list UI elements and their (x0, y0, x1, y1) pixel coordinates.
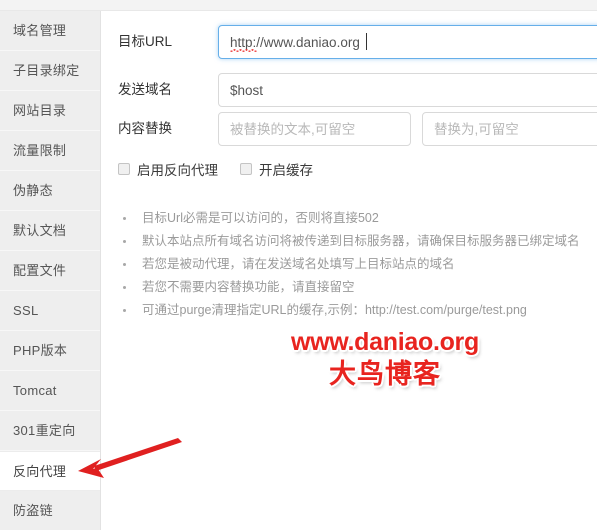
watermark-line-2: 大鸟博客 (329, 359, 441, 389)
help-note-item: 默认本站点所有域名访问将被传递到目标服务器，请确保目标服务器已绑定域名 (118, 230, 588, 253)
help-note-item: 若您不需要内容替换功能，请直接留空 (118, 276, 588, 299)
sidebar-item-7[interactable]: SSL (0, 291, 100, 331)
options-checkbox-row: 启用反向代理 开启缓存 (118, 159, 313, 179)
sidebar-item-label: 伪静态 (13, 183, 53, 198)
sidebar-item-label: 默认文档 (13, 223, 67, 238)
sidebar-item-label: 子目录绑定 (13, 63, 80, 78)
target-url-input[interactable] (218, 25, 597, 59)
sidebar-item-9[interactable]: Tomcat (0, 371, 100, 411)
settings-content-panel: 目标URL 发送域名 内容替换 启用反向代理 开启缓存 目标Url必需是可以访问的… (102, 11, 597, 530)
sidebar-item-label: 配置文件 (13, 263, 67, 278)
form-row-content-replace: 内容替换 (102, 112, 597, 146)
sidebar-item-11[interactable]: 反向代理 (0, 451, 100, 491)
help-note-item: 可通过purge清理指定URL的缓存,示例：http://test.com/pu… (118, 299, 588, 322)
settings-sidebar: 域名管理子目录绑定网站目录流量限制伪静态默认文档配置文件 SSL PHP版本 Tomc… (0, 11, 101, 530)
sidebar-item-0[interactable]: 域名管理 (0, 11, 100, 51)
checkbox-group-1[interactable]: 开启缓存 (240, 159, 313, 179)
sidebar-item-label: 防盗链 (13, 503, 53, 518)
sidebar-item-6[interactable]: 配置文件 (0, 251, 100, 291)
sidebar-item-12[interactable]: 防盗链 (0, 491, 100, 530)
checkbox-box[interactable] (118, 163, 130, 175)
watermark-line-1: www.daniao.org (291, 328, 479, 356)
sidebar-item-4[interactable]: 伪静态 (0, 171, 100, 211)
sidebar-item-label: SSL (13, 303, 39, 318)
sidebar-item-label: Tomcat (13, 383, 57, 398)
top-strip (0, 0, 597, 11)
checkbox-label: 启用反向代理 (137, 163, 218, 178)
sidebar-item-5[interactable]: 默认文档 (0, 211, 100, 251)
checkbox-label: 开启缓存 (259, 163, 313, 178)
text-caret (366, 33, 367, 50)
help-note-text: 目标Url必需是可以访问的，否则将直接502 (142, 211, 379, 225)
help-note-text: 默认本站点所有域名访问将被传递到目标服务器，请确保目标服务器已绑定域名 (142, 234, 580, 248)
reverse-proxy-settings-page: 域名管理子目录绑定网站目录流量限制伪静态默认文档配置文件 SSL PHP版本 Tomc… (0, 0, 597, 530)
sidebar-item-3[interactable]: 流量限制 (0, 131, 100, 171)
content-replace-label: 内容替换 (118, 121, 172, 136)
sidebar-item-2[interactable]: 网站目录 (0, 91, 100, 131)
watermark: www.daniao.org 大鸟博客 (265, 327, 505, 391)
checkbox-box[interactable] (240, 163, 252, 175)
content-replace-to-input[interactable] (422, 112, 597, 146)
content-replace-from-input[interactable] (218, 112, 411, 146)
target-url-field-wrap (218, 25, 597, 59)
sidebar-item-10[interactable]: 301重定向 (0, 411, 100, 451)
target-url-label: 目标URL (118, 34, 173, 49)
form-row-target-url: 目标URL (102, 25, 597, 59)
help-note-text: 若您不需要内容替换功能，请直接留空 (142, 280, 355, 294)
sidebar-item-label: 网站目录 (13, 103, 67, 118)
help-note-item: 若您是被动代理，请在发送域名处填写上目标站点的域名 (118, 253, 588, 276)
help-note-text: 若您是被动代理，请在发送域名处填写上目标站点的域名 (142, 257, 455, 271)
send-domain-label: 发送域名 (118, 82, 172, 97)
help-notes-list: 目标Url必需是可以访问的，否则将直接502 默认本站点所有域名访问将被传递到目标… (118, 207, 588, 322)
form-row-send-domain: 发送域名 (102, 73, 597, 107)
help-note-item: 目标Url必需是可以访问的，否则将直接502 (118, 207, 588, 230)
sidebar-item-label: 域名管理 (13, 23, 67, 38)
help-note-text: 可通过purge清理指定URL的缓存,示例：http://test.com/pu… (142, 303, 527, 317)
sidebar-item-1[interactable]: 子目录绑定 (0, 51, 100, 91)
sidebar-item-label: PHP版本 (13, 343, 68, 358)
sidebar-item-label: 反向代理 (13, 464, 67, 479)
sidebar-item-label: 流量限制 (13, 143, 67, 158)
send-domain-input[interactable] (218, 73, 597, 107)
sidebar-item-label: 301重定向 (13, 423, 76, 438)
sidebar-item-8[interactable]: PHP版本 (0, 331, 100, 371)
checkbox-group-0[interactable]: 启用反向代理 (118, 159, 218, 179)
